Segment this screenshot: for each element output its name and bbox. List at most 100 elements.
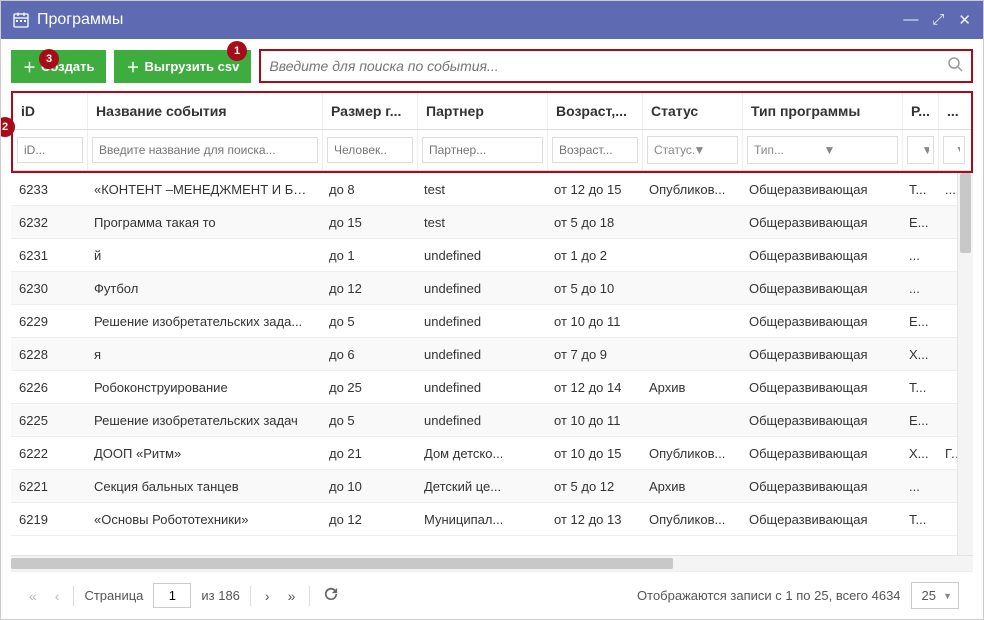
- cell-age: от 12 до 15: [546, 182, 641, 197]
- table-row[interactable]: 6230Футболдо 12undefinedот 5 до 10Общера…: [11, 272, 957, 305]
- last-page-button[interactable]: »: [284, 588, 300, 604]
- col-header-age[interactable]: Возраст,...: [548, 93, 643, 129]
- cell-name[interactable]: Решение изобретательских задач: [86, 413, 321, 428]
- cell-partner[interactable]: Дом детско...: [416, 446, 546, 461]
- cell-name[interactable]: Программа такая то: [86, 215, 321, 230]
- cell-name[interactable]: Робоконструирование: [86, 380, 321, 395]
- filter-type-dropdown[interactable]: Тип...▼: [747, 136, 898, 164]
- table-row[interactable]: 6233«КОНТЕНТ –МЕНЕДЖМЕНТ И БЛО...до 8tes…: [11, 173, 957, 206]
- table-row[interactable]: 6225Решение изобретательских задачдо 5un…: [11, 404, 957, 437]
- table-row[interactable]: 6221Секция бальных танцевдо 10Детский це…: [11, 470, 957, 503]
- filter-dots-dropdown[interactable]: ▼: [943, 136, 965, 164]
- filter-partner-input[interactable]: [422, 137, 543, 163]
- first-page-button[interactable]: «: [25, 588, 41, 604]
- maximize-icon[interactable]: ⤢: [932, 11, 944, 29]
- cell-type: Общеразвивающая: [741, 446, 901, 461]
- next-page-button[interactable]: ›: [261, 588, 274, 604]
- annotation-marker-1: 1: [227, 41, 247, 61]
- table-row[interactable]: 6222ДООП «Ритм»до 21Дом детско...от 10 д…: [11, 437, 957, 470]
- cell-name[interactable]: «Основы Робототехники»: [86, 512, 321, 527]
- cell-name[interactable]: «КОНТЕНТ –МЕНЕДЖМЕНТ И БЛО...: [86, 182, 321, 197]
- col-header-status[interactable]: Статус: [643, 93, 743, 129]
- cell-partner[interactable]: test: [416, 182, 546, 197]
- horizontal-scrollbar[interactable]: [11, 555, 973, 571]
- programs-window: Программы — ⤢ ✕ 1 2 3 ＋ Создать ＋ Выгруз…: [0, 0, 984, 620]
- vertical-scrollbar[interactable]: [957, 173, 973, 555]
- table-row[interactable]: 6226Робоконструированиедо 25undefinedот …: [11, 371, 957, 404]
- col-header-partner[interactable]: Партнер: [418, 93, 548, 129]
- grid-body: 6233«КОНТЕНТ –МЕНЕДЖМЕНТ И БЛО...до 8tes…: [11, 173, 957, 555]
- annotation-marker-3: 3: [39, 49, 59, 69]
- cell-age: от 10 до 11: [546, 413, 641, 428]
- filter-status-dropdown[interactable]: Статус...▼: [647, 136, 738, 164]
- cell-partner[interactable]: Муниципал...: [416, 512, 546, 527]
- cell-size: до 10: [321, 479, 416, 494]
- cell-r: Т...: [901, 512, 937, 527]
- cell-name[interactable]: Решение изобретательских зада...: [86, 314, 321, 329]
- col-header-type[interactable]: Тип программы: [743, 93, 903, 129]
- cell-partner[interactable]: undefined: [416, 314, 546, 329]
- titlebar: Программы — ⤢ ✕: [1, 1, 983, 39]
- filter-id-input[interactable]: [17, 137, 83, 163]
- cell-partner[interactable]: undefined: [416, 380, 546, 395]
- chevron-down-icon: ▼: [922, 143, 930, 157]
- filter-age-input[interactable]: [552, 137, 638, 163]
- close-icon[interactable]: ✕: [958, 11, 971, 29]
- col-header-size[interactable]: Размер г...: [323, 93, 418, 129]
- col-header-id[interactable]: iD: [13, 93, 88, 129]
- cell-name[interactable]: ДООП «Ритм»: [86, 446, 321, 461]
- filter-r-dropdown[interactable]: ▼: [907, 136, 934, 164]
- cell-partner[interactable]: undefined: [416, 248, 546, 263]
- scrollbar-thumb[interactable]: [960, 173, 971, 253]
- col-header-dots[interactable]: ...: [939, 93, 969, 129]
- cell-dots: Г...: [937, 446, 957, 461]
- filter-size-input[interactable]: [327, 137, 413, 163]
- page-size-dropdown[interactable]: 25: [911, 582, 959, 609]
- col-header-name[interactable]: Название события: [88, 93, 323, 129]
- cell-name[interactable]: Футбол: [86, 281, 321, 296]
- refresh-button[interactable]: [320, 587, 342, 604]
- prev-page-button[interactable]: ‹: [51, 588, 64, 604]
- global-search-input[interactable]: [269, 58, 947, 74]
- filter-name-input[interactable]: [92, 137, 318, 163]
- create-button[interactable]: ＋ Создать: [11, 50, 106, 83]
- table-row[interactable]: 6228ядо 6undefinedот 7 до 9Общеразвивающ…: [11, 338, 957, 371]
- cell-age: от 5 до 18: [546, 215, 641, 230]
- cell-name[interactable]: я: [86, 347, 321, 362]
- cell-age: от 5 до 12: [546, 479, 641, 494]
- cell-status: Опубликов...: [641, 446, 741, 461]
- cell-partner[interactable]: test: [416, 215, 546, 230]
- page-number-input[interactable]: [153, 583, 191, 608]
- cell-name[interactable]: Секция бальных танцев: [86, 479, 321, 494]
- cell-partner[interactable]: Детский це...: [416, 479, 546, 494]
- cell-size: до 8: [321, 182, 416, 197]
- table-row[interactable]: 6229Решение изобретательских зада...до 5…: [11, 305, 957, 338]
- col-header-r[interactable]: Р...: [903, 93, 939, 129]
- table-row[interactable]: 6219«Основы Робототехники»до 12Муниципал…: [11, 503, 957, 536]
- cell-age: от 12 до 14: [546, 380, 641, 395]
- cell-size: до 5: [321, 314, 416, 329]
- calendar-icon: [13, 12, 29, 28]
- search-icon[interactable]: [947, 56, 963, 77]
- minimize-icon[interactable]: —: [903, 11, 918, 29]
- cell-r: ...: [901, 479, 937, 494]
- cell-partner[interactable]: undefined: [416, 347, 546, 362]
- cell-r: Т...: [901, 182, 937, 197]
- plus-icon: ＋: [126, 57, 139, 76]
- cell-r: Х...: [901, 446, 937, 461]
- h-scrollbar-thumb[interactable]: [11, 558, 673, 569]
- cell-r: Е...: [901, 215, 937, 230]
- cell-name[interactable]: й: [86, 248, 321, 263]
- page-label: Страница: [84, 588, 143, 603]
- cell-partner[interactable]: undefined: [416, 413, 546, 428]
- table-row[interactable]: 6231йдо 1undefinedот 1 до 2Общеразвивающ…: [11, 239, 957, 272]
- cell-r: Е...: [901, 413, 937, 428]
- cell-partner[interactable]: undefined: [416, 281, 546, 296]
- cell-type: Общеразвивающая: [741, 281, 901, 296]
- cell-id: 6222: [11, 446, 86, 461]
- chevron-down-icon: ▼: [955, 143, 960, 157]
- cell-type: Общеразвивающая: [741, 182, 901, 197]
- table-row[interactable]: 6232Программа такая тодо 15testот 5 до 1…: [11, 206, 957, 239]
- cell-id: 6230: [11, 281, 86, 296]
- cell-size: до 1: [321, 248, 416, 263]
